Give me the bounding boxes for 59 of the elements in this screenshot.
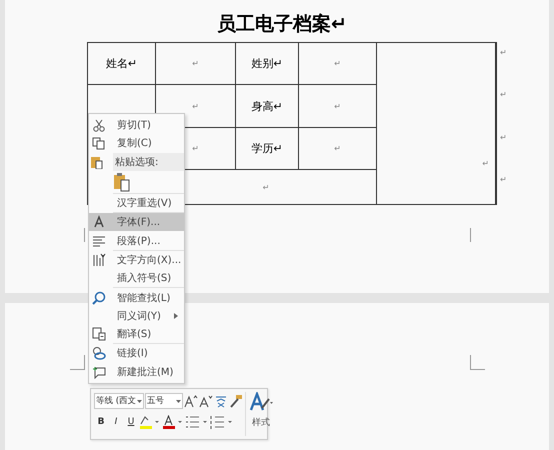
table-cell: ↵	[334, 102, 341, 110]
paragraph-mark: ↵	[500, 90, 507, 99]
table-cell: 学历↵	[251, 141, 283, 156]
highlight-icon[interactable]	[139, 415, 161, 429]
dropdown-caret-icon	[137, 400, 142, 402]
italic-button[interactable]: I	[109, 417, 123, 427]
letter-a-icon	[92, 215, 106, 230]
table-cell: ↵	[192, 59, 199, 68]
table-cell: 姓别↵	[251, 56, 283, 71]
paragraph-lines-icon	[92, 234, 106, 248]
scissors-icon	[92, 118, 106, 132]
crop-mark	[70, 355, 85, 370]
magnifier-icon	[92, 290, 106, 305]
menu-item[interactable]: 段落(P)...	[89, 231, 184, 250]
format-painter-icon[interactable]	[229, 394, 243, 408]
styles-icon	[249, 392, 273, 412]
bold-button[interactable]: B	[94, 417, 108, 427]
table-cell: ↵	[192, 144, 199, 153]
menu-item[interactable]: 翻译(S)	[89, 324, 184, 344]
paragraph-mark: ↵	[500, 175, 507, 184]
table-cell: ↵	[262, 182, 270, 192]
menu-item[interactable]: 插入符号(S)	[89, 269, 184, 288]
menu-item[interactable]: 链接(I)	[89, 344, 184, 363]
bullet-list-icon[interactable]	[185, 415, 209, 429]
text-direction-icon	[92, 252, 106, 267]
menu-item[interactable]: 复制(C)	[89, 134, 184, 153]
link-icon	[92, 346, 106, 360]
table-cell: ↵	[334, 59, 341, 68]
table-cell: 身高↵	[251, 98, 283, 114]
phonetic-guide-icon[interactable]	[214, 394, 228, 408]
paragraph-mark: ↵	[482, 159, 489, 168]
font-size-field[interactable]: 五号	[145, 393, 183, 409]
menu-item[interactable]: 智能查找(L)	[89, 288, 184, 307]
font-color-icon[interactable]	[162, 415, 184, 429]
font-name-field[interactable]: 等线 (西文	[94, 393, 144, 409]
submenu-arrow-icon	[174, 312, 178, 319]
styles-button[interactable]: 样式	[245, 392, 276, 436]
grow-font-icon[interactable]	[184, 394, 198, 408]
paste-button[interactable]	[113, 172, 131, 192]
paragraph-mark: ↵	[500, 48, 507, 57]
shrink-font-icon[interactable]	[199, 394, 213, 408]
table-cell: ↵	[192, 102, 199, 110]
translate-icon	[92, 327, 106, 342]
comment-icon	[92, 364, 106, 379]
menu-item[interactable]: 新建批注(M)	[89, 362, 184, 381]
paragraph-mark: ↵	[500, 133, 507, 142]
document-title: 员工电子档案↵	[216, 12, 348, 37]
crop-mark	[470, 355, 485, 370]
menu-item[interactable]: 剪切(T)	[89, 116, 184, 134]
table-cell: 姓名↵	[106, 56, 138, 71]
menu-item[interactable]: 汉字重选(V)	[89, 194, 184, 212]
menu-item[interactable]: 字体(F)...	[89, 213, 184, 232]
table-cell: ↵	[334, 144, 341, 153]
underline-button[interactable]: U	[124, 417, 138, 427]
copy-icon	[92, 136, 106, 150]
numbered-list-icon[interactable]	[210, 415, 234, 429]
menu-item[interactable]: 文字方向(X)...	[89, 250, 184, 270]
dropdown-caret-icon	[176, 400, 181, 402]
menu-item[interactable]: 同义词(Y)	[89, 306, 184, 325]
